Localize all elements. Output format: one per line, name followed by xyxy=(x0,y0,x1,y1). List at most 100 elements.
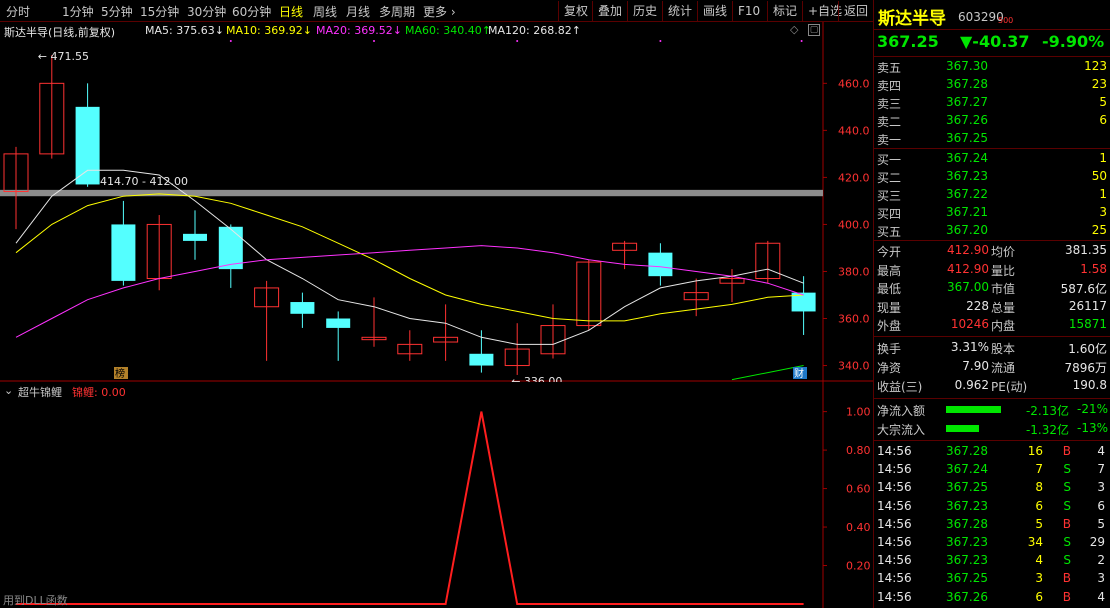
ask-row[interactable]: 卖一 367.25 xyxy=(874,130,1110,148)
indicator-title[interactable]: 超牛锦鲤 xyxy=(18,384,62,400)
flow-label: 净流入额 xyxy=(877,404,926,418)
ask-price: 367.25 xyxy=(946,131,988,145)
fin-row[interactable]: 净资 7.90 流通 7896万 xyxy=(874,358,1110,376)
stat-row[interactable]: 最高 412.90 量比 1.58 xyxy=(874,261,1110,279)
tick-row[interactable]: 14:56 367.26 6 B 4 xyxy=(874,589,1110,607)
collapse-icon[interactable]: ⌄ xyxy=(4,384,13,397)
adjust-button[interactable]: 复权 xyxy=(558,1,593,21)
tick-count: 29 xyxy=(1089,535,1105,549)
period-tab-fenshi[interactable]: 分时 xyxy=(6,3,30,20)
period-tab-daily[interactable]: 日线 xyxy=(279,3,303,20)
stat-value: 412.90 xyxy=(947,243,989,257)
indicator-tick-label: 0.80 xyxy=(846,444,871,457)
fin-row[interactable]: 收益(三) 0.962 PE(动) 190.8 xyxy=(874,377,1110,395)
bid-volume: 3 xyxy=(1099,205,1107,219)
tick-count: 2 xyxy=(1097,553,1105,568)
signal-dot xyxy=(800,40,803,42)
tick-row[interactable]: 14:56 367.24 7 S 7 xyxy=(874,461,1110,479)
price-tick-label: 460.0 xyxy=(838,77,870,90)
stat-label: 今开 xyxy=(877,245,902,259)
tick-price: 367.23 xyxy=(946,553,988,568)
stats-button[interactable]: 统计 xyxy=(662,1,697,21)
kline-panel[interactable]: 460.0 440.0 420.0 400.0 380.0 360.0 340.0 414.7… xyxy=(0,22,873,388)
tick-side: S xyxy=(1063,535,1071,549)
bid-volume: 25 xyxy=(1091,223,1107,237)
tick-row[interactable]: 14:56 367.25 8 S 3 xyxy=(874,479,1110,497)
bid-volume: 1 xyxy=(1099,151,1107,165)
tick-time: 14:56 xyxy=(877,535,912,549)
flow-row[interactable]: 大宗流入 -1.32亿 -13% xyxy=(874,420,1110,438)
stock-code: 603290 xyxy=(958,10,1004,24)
bid-row[interactable]: 买五 367.20 25 xyxy=(874,222,1110,240)
indicator-tick-label: 0.60 xyxy=(846,483,871,496)
stat-label: 现量 xyxy=(877,300,902,315)
bid-row[interactable]: 买一 367.24 1 xyxy=(874,150,1110,168)
period-tab-more[interactable]: 更多 › xyxy=(423,3,456,20)
stat-row[interactable]: 现量 228 总量 26117 xyxy=(874,298,1110,316)
indicator-chart[interactable]: 1.00 0.80 0.60 0.40 0.20 xyxy=(0,382,873,608)
tick-row[interactable]: 14:56 367.25 3 B 3 xyxy=(874,570,1110,588)
tick-time: 14:56 xyxy=(877,589,912,604)
period-tab-60min[interactable]: 60分钟 xyxy=(232,3,271,20)
tick-count: 4 xyxy=(1097,444,1105,458)
stat-row[interactable]: 最低 367.00 市值 587.6亿 xyxy=(874,279,1110,297)
kline-chart[interactable]: 460.0440.0420.0400.0380.0360.0340.0414.7… xyxy=(0,22,873,388)
candle-body xyxy=(75,106,100,185)
stat-label: 最高 xyxy=(877,263,902,278)
bid-row[interactable]: 买四 367.21 3 xyxy=(874,204,1110,222)
stat-row[interactable]: 外盘 10246 内盘 15871 xyxy=(874,316,1110,334)
bid-price: 367.23 xyxy=(946,169,988,183)
back-button[interactable]: 返回 xyxy=(838,1,873,21)
period-tab-15min[interactable]: 15分钟 xyxy=(140,3,179,20)
period-tab-1min[interactable]: 1分钟 xyxy=(62,3,94,20)
ask-price: 367.30 xyxy=(946,59,988,73)
candle-body xyxy=(111,224,136,281)
signal-dot xyxy=(373,40,375,42)
mark-button[interactable]: 标记 xyxy=(767,1,802,21)
tick-volume: 34 xyxy=(1027,535,1043,549)
f10-button[interactable]: F10 xyxy=(732,1,765,21)
flow-row[interactable]: 净流入额 -2.13亿 -21% xyxy=(874,401,1110,419)
tick-row[interactable]: 14:56 367.28 16 B 4 xyxy=(874,443,1110,461)
tick-row[interactable]: 14:56 367.23 4 S 2 xyxy=(874,552,1110,570)
bid-price: 367.20 xyxy=(946,223,988,237)
ma-line-ma60 xyxy=(731,365,804,381)
tick-row[interactable]: 14:56 367.23 34 S 29 xyxy=(874,534,1110,552)
ask-row[interactable]: 卖三 367.27 5 xyxy=(874,94,1110,112)
tick-time: 14:56 xyxy=(877,553,912,568)
diamond-icon[interactable]: ◇ xyxy=(790,23,798,36)
ma10-legend: MA10: 369.92↓ xyxy=(226,24,312,37)
period-tab-5min[interactable]: 5分钟 xyxy=(101,3,133,20)
fin-label: PE(动) xyxy=(991,380,1028,394)
expand-icon[interactable]: ▢ xyxy=(808,24,820,36)
overlay-button[interactable]: 叠加 xyxy=(592,1,627,21)
price-tick-label: 340.0 xyxy=(838,360,870,373)
tick-volume: 8 xyxy=(1035,480,1043,495)
draw-button[interactable]: 画线 xyxy=(697,1,732,21)
bid-row[interactable]: 买三 367.22 1 xyxy=(874,186,1110,204)
bid-row[interactable]: 买二 367.23 50 xyxy=(874,168,1110,186)
bid-label: 买四 xyxy=(877,207,902,221)
ask-row[interactable]: 卖四 367.28 23 xyxy=(874,76,1110,94)
koi-signal-line xyxy=(16,411,804,605)
fin-value: 190.8 xyxy=(1072,378,1107,392)
fin-label: 换手 xyxy=(877,342,902,356)
ask-label: 卖五 xyxy=(877,61,902,75)
tick-row[interactable]: 14:56 367.23 6 S 6 xyxy=(874,498,1110,516)
fin-row[interactable]: 换手 3.31% 股本 1.60亿 xyxy=(874,339,1110,357)
tick-time: 14:56 xyxy=(877,462,912,477)
history-button[interactable]: 历史 xyxy=(627,1,662,21)
period-tab-monthly[interactable]: 月线 xyxy=(346,3,370,20)
period-tab-multi[interactable]: 多周期 xyxy=(379,3,415,20)
tick-row[interactable]: 14:56 367.28 5 B 5 xyxy=(874,516,1110,534)
stat-row[interactable]: 今开 412.90 均价 381.35 xyxy=(874,242,1110,260)
period-tab-weekly[interactable]: 周线 xyxy=(313,3,337,20)
ask-row[interactable]: 卖五 367.30 123 xyxy=(874,58,1110,76)
period-tab-30min[interactable]: 30分钟 xyxy=(187,3,226,20)
stat-value: 15871 xyxy=(1068,317,1107,332)
fin-label: 净资 xyxy=(877,361,902,375)
rank-badge-label: 榜 xyxy=(115,367,125,380)
stat-value: 26117 xyxy=(1068,298,1107,313)
ask-row[interactable]: 卖二 367.26 6 xyxy=(874,112,1110,130)
indicator-panel[interactable]: 1.00 0.80 0.60 0.40 0.20 ⌄ 超牛锦鲤 锦鲤: 0.00 用到D… xyxy=(0,382,873,608)
